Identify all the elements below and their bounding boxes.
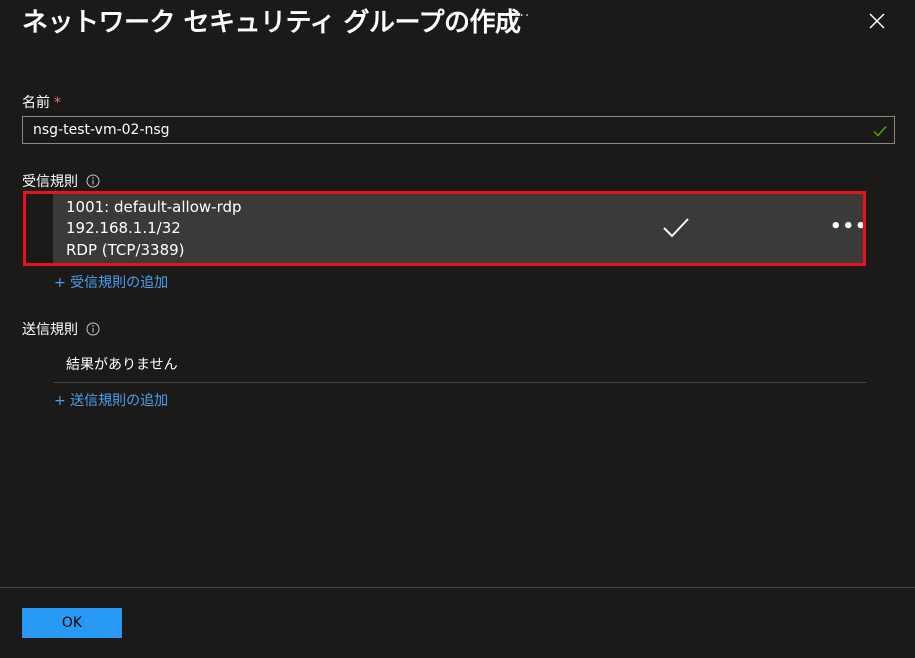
- add-outbound-rule-link[interactable]: + 送信規則の追加: [54, 390, 168, 410]
- name-input-value: nsg-test-vm-02-nsg: [33, 122, 170, 138]
- close-icon: [869, 13, 885, 29]
- outbound-rules-label: 送信規則: [22, 319, 100, 339]
- add-inbound-rule-link[interactable]: + 受信規則の追加: [54, 272, 168, 292]
- ok-button[interactable]: OK: [22, 608, 122, 638]
- no-results-text: 結果がありません: [66, 357, 178, 373]
- close-button[interactable]: [866, 10, 888, 32]
- info-icon[interactable]: [86, 174, 100, 188]
- name-label: 名前 *: [22, 92, 61, 112]
- info-icon[interactable]: [86, 322, 100, 336]
- name-label-text: 名前: [22, 95, 50, 111]
- required-marker: *: [54, 95, 61, 111]
- page-title: ネットワーク セキュリティ グループの作成: [22, 8, 521, 38]
- create-nsg-panel: ネットワーク セキュリティ グループの作成 ··· 名前 * nsg-test-v…: [0, 0, 915, 658]
- inbound-rules-label-text: 受信規則: [22, 174, 78, 190]
- divider: [54, 382, 866, 383]
- check-icon: [873, 126, 887, 137]
- rule-highlight-box: [23, 191, 866, 266]
- name-input[interactable]: nsg-test-vm-02-nsg: [22, 116, 895, 144]
- header-more-button[interactable]: ···: [514, 8, 530, 24]
- outbound-rules-label-text: 送信規則: [22, 322, 78, 338]
- footer-divider: [0, 587, 915, 588]
- inbound-rules-label: 受信規則: [22, 171, 100, 191]
